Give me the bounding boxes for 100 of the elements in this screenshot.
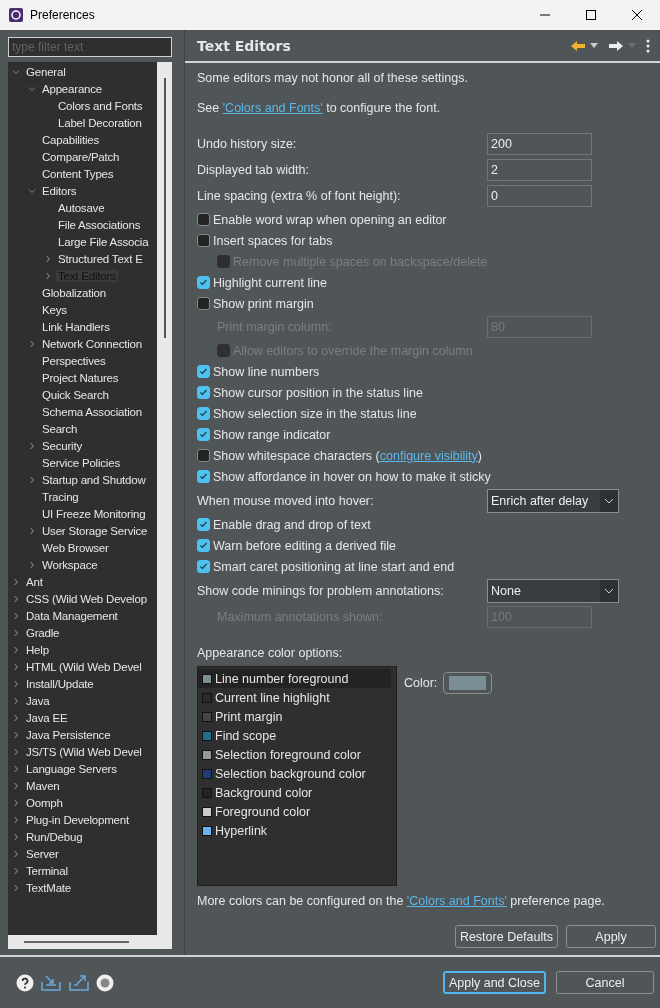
tree-item[interactable]: Project Natures [40,371,121,384]
restore-defaults-button[interactable]: Restore Defaults [454,925,558,948]
tree-item[interactable]: Autosave [56,201,107,214]
expand-chevron-icon[interactable] [12,662,20,671]
tree-item[interactable]: TextMate [24,881,74,894]
tree-item[interactable]: Label Decoration [56,116,144,129]
checkbox[interactable] [197,449,210,462]
expand-chevron-icon[interactable] [44,271,52,280]
expand-chevron-icon[interactable] [12,781,20,790]
color-list-item[interactable]: Print margin [198,707,396,726]
tree-item[interactable]: Language Servers [24,762,119,775]
checkbox-label[interactable]: Show line numbers [213,364,320,379]
checkbox-label[interactable]: Show cursor position in the status line [213,385,423,400]
tree-item[interactable]: Run/Debug [24,830,85,843]
help-icon[interactable] [16,973,34,992]
checkbox[interactable] [197,407,210,420]
color-list-item[interactable]: Foreground color [198,802,396,821]
checkbox[interactable] [197,297,210,310]
expand-chevron-icon[interactable] [12,696,20,705]
apply-and-close-button[interactable]: Apply and Close [442,971,546,994]
tree-item[interactable]: Workspace [40,558,100,571]
cancel-button[interactable]: Cancel [556,971,654,994]
color-list-item[interactable]: Current line highlight [198,688,396,707]
checkbox-label[interactable]: Show selection size in the status line [213,406,417,421]
expand-chevron-icon[interactable] [12,866,20,875]
back-arrow-icon[interactable] [570,39,586,52]
expand-chevron-icon[interactable] [12,713,20,722]
checkbox[interactable] [197,234,210,247]
tree-item[interactable]: Colors and Fonts [56,99,145,112]
tree-item[interactable]: Content Types [40,167,116,180]
expand-chevron-icon[interactable] [12,815,20,824]
close-icon[interactable] [632,10,642,20]
expand-chevron-icon[interactable] [12,849,20,858]
expand-chevron-icon[interactable] [44,254,52,263]
input-field[interactable]: 200 [487,133,592,155]
tree-item[interactable]: Service Policies [40,456,122,469]
tree-item[interactable]: Web Browser [40,541,111,554]
collapse-chevron-icon[interactable] [28,84,36,93]
tree-item[interactable]: JS/TS (Wild Web Devel [24,745,144,758]
collapse-chevron-icon[interactable] [28,186,36,195]
tree-item[interactable]: Security [40,439,84,452]
checkbox-label[interactable]: Show affordance in hover on how to make it sticky [213,469,491,484]
tree-item[interactable]: Structured Text E [56,252,145,265]
tree-item[interactable]: Plug-in Development [24,813,131,826]
tree-item[interactable]: Globalization [40,286,108,299]
tree-item[interactable]: Compare/Patch [40,150,122,163]
more-menu-icon[interactable] [646,38,650,53]
tree-item[interactable]: Gradle [24,626,62,639]
checkbox-label[interactable]: Show print margin [213,296,314,311]
tree-item[interactable]: Schema Association [40,405,144,418]
expand-chevron-icon[interactable] [12,832,20,841]
horizontal-scrollbar[interactable] [8,935,172,949]
expand-chevron-icon[interactable] [12,730,20,739]
expand-chevron-icon[interactable] [12,611,20,620]
expand-chevron-icon[interactable] [28,560,36,569]
tree-item[interactable]: CSS (Wild Web Develop [24,592,149,605]
import-icon[interactable] [40,973,62,992]
expand-chevron-icon[interactable] [12,594,20,603]
expand-chevron-icon[interactable] [12,764,20,773]
tree-item[interactable]: Search [40,422,80,435]
tree-item[interactable]: Editors [40,184,79,197]
expand-chevron-icon[interactable] [12,747,20,756]
checkbox-label[interactable]: Highlight current line [213,275,327,290]
tree-item[interactable]: Appearance [40,82,105,95]
caret-icon[interactable] [590,43,598,48]
checkbox-label[interactable]: Warn before editing a derived file [213,538,396,553]
tree-item[interactable]: Maven [24,779,62,792]
checkbox-label[interactable]: Enable word wrap when opening an editor [213,212,447,227]
vertical-scrollbar[interactable] [157,62,172,935]
checkbox[interactable] [197,539,210,552]
tree-item[interactable]: User Storage Service [40,524,150,537]
color-list-item[interactable]: Hyperlink [198,821,396,840]
checkbox[interactable] [197,365,210,378]
expand-chevron-icon[interactable] [28,526,36,535]
color-list-item[interactable]: Find scope [198,726,396,745]
color-picker-button[interactable] [443,672,493,694]
tree-item[interactable]: HTML (Wild Web Devel [24,660,144,673]
expand-chevron-icon[interactable] [12,798,20,807]
checkbox[interactable] [197,470,210,483]
tree-item[interactable]: Terminal [24,864,70,877]
tree-item[interactable]: Java EE [24,711,70,724]
tree-item[interactable]: Capabilities [40,133,102,146]
checkbox[interactable] [197,428,210,441]
record-icon[interactable] [96,973,114,992]
input-field[interactable]: 0 [487,185,592,207]
tree-item[interactable]: Keys [40,303,69,316]
tree-item[interactable]: Link Handlers [40,320,112,333]
expand-chevron-icon[interactable] [28,475,36,484]
tree-item[interactable]: Large File Associa [56,235,151,248]
forward-arrow-icon[interactable] [608,39,624,52]
tree-item[interactable]: Install/Update [24,677,96,690]
tree-item[interactable]: Java [24,694,52,707]
checkbox[interactable] [197,276,210,289]
color-list-item[interactable]: Selection foreground color [198,745,396,764]
expand-chevron-icon[interactable] [12,628,20,637]
tree-item[interactable]: General [24,65,68,78]
export-icon[interactable] [68,973,90,992]
checkbox[interactable] [197,213,210,226]
collapse-chevron-icon[interactable] [12,67,20,76]
tree-item[interactable]: UI Freeze Monitoring [40,507,148,520]
